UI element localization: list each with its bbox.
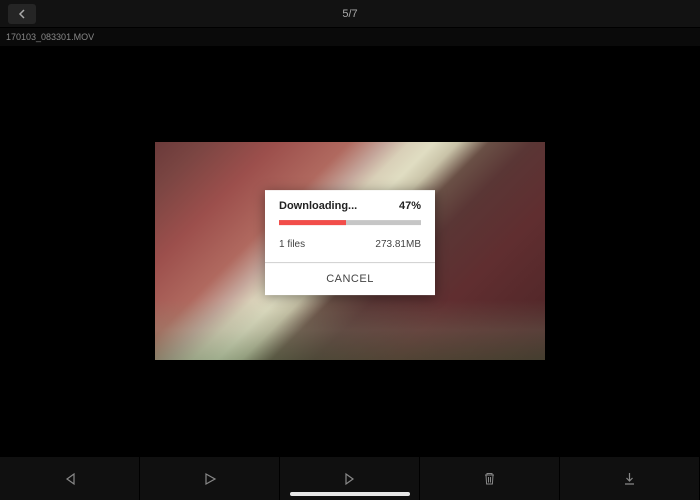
download-dialog: Downloading... 47% 1 files 273.81MB CANC… [265,190,435,295]
video-thumbnail[interactable]: Downloading... 47% 1 files 273.81MB CANC… [155,142,545,360]
back-button[interactable] [8,4,36,24]
download-label: Downloading... [279,200,357,212]
download-button[interactable] [560,457,700,500]
progress-fill [279,220,346,225]
filename-label: 170103_083301.MOV [6,32,94,42]
home-indicator[interactable] [290,492,410,496]
triangle-left-icon [64,472,76,486]
file-size: 273.81MB [375,239,421,250]
files-count: 1 files [279,239,305,250]
download-icon [623,472,636,486]
cancel-button[interactable]: CANCEL [265,262,435,295]
trash-icon [483,472,496,486]
top-bar: 5/7 [0,0,700,28]
page-counter: 5/7 [342,8,357,20]
triangle-right-icon [344,472,356,486]
viewer-area: Downloading... 47% 1 files 273.81MB CANC… [0,46,700,456]
play-button[interactable] [140,457,280,500]
prev-button[interactable] [0,457,140,500]
download-percent: 47% [399,200,421,212]
play-icon [203,472,217,486]
progress-track [279,220,421,225]
delete-button[interactable] [420,457,560,500]
thumbnail-gradient [155,300,545,360]
bottom-toolbar [0,456,700,500]
filename-bar: 170103_083301.MOV [0,28,700,46]
chevron-left-icon [18,9,26,19]
